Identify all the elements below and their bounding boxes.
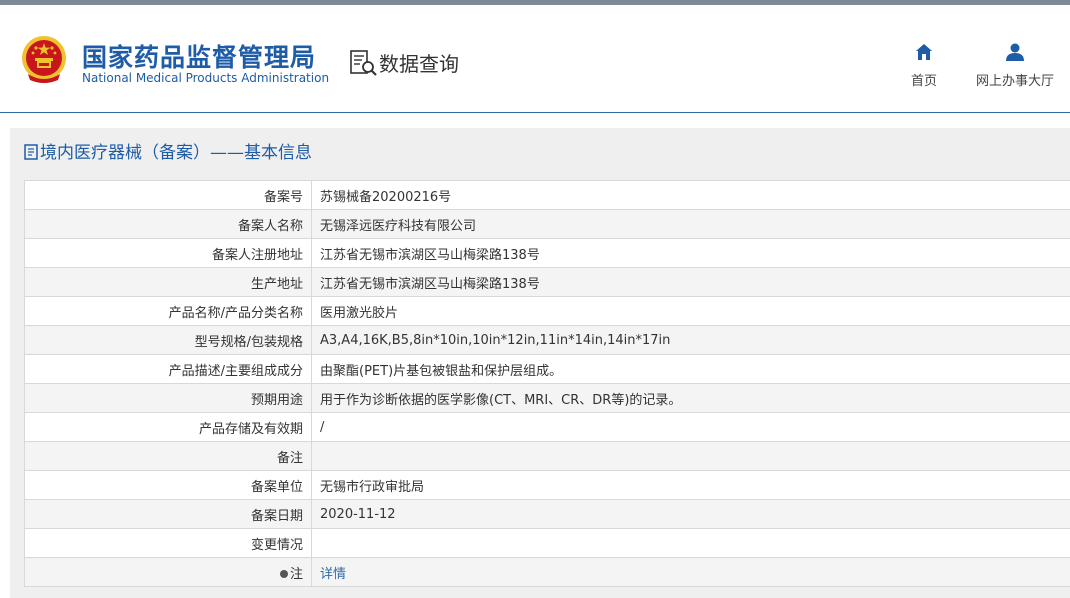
nav-home-label: 首页 bbox=[905, 70, 943, 89]
row-label: 型号规格/包装规格 bbox=[25, 326, 312, 355]
row-label: 备案人注册地址 bbox=[25, 239, 312, 268]
table-row: 备案人注册地址 江苏省无锡市滨湖区马山梅梁路138号 bbox=[25, 239, 1070, 268]
details-link[interactable]: 详情 bbox=[320, 567, 346, 582]
row-value: 医用激光胶片 bbox=[312, 297, 1070, 326]
row-value: 详情 bbox=[312, 558, 1070, 587]
row-label: 备案号 bbox=[25, 181, 312, 210]
nav-online-hall-label: 网上办事大厅 bbox=[974, 70, 1056, 89]
row-label: 产品名称/产品分类名称 bbox=[25, 297, 312, 326]
row-value: 无锡泽远医疗科技有限公司 bbox=[312, 210, 1070, 239]
row-value: 用于作为诊断依据的医学影像(CT、MRI、CR、DR等)的记录。 bbox=[312, 384, 1070, 413]
row-label: 预期用途 bbox=[25, 384, 312, 413]
row-value: / bbox=[312, 413, 1070, 442]
nav-online-hall[interactable]: 网上办事大厅 bbox=[974, 42, 1056, 89]
user-icon bbox=[1005, 42, 1025, 62]
row-value: 苏锡械备20200216号 bbox=[312, 181, 1070, 210]
table-row: 备案人名称 无锡泽远医疗科技有限公司 bbox=[25, 210, 1070, 239]
row-value: 无锡市行政审批局 bbox=[312, 471, 1070, 500]
nav-home[interactable]: 首页 bbox=[905, 42, 943, 89]
row-value: 由聚酯(PET)片基包被银盐和保护层组成。 bbox=[312, 355, 1070, 384]
table-row: 备注 bbox=[25, 442, 1070, 471]
org-name-en: National Medical Products Administration bbox=[82, 71, 329, 85]
table-row: 生产地址 江苏省无锡市滨湖区马山梅梁路138号 bbox=[25, 268, 1070, 297]
table-row: 产品描述/主要组成成分 由聚酯(PET)片基包被银盐和保护层组成。 bbox=[25, 355, 1070, 384]
panel-title-text: 境内医疗器械（备案）——基本信息 bbox=[40, 143, 312, 163]
row-label: 备注 bbox=[25, 442, 312, 471]
table-row: 型号规格/包装规格 A3,A4,16K,B5,8in*10in,10in*12i… bbox=[25, 326, 1070, 355]
row-value: 江苏省无锡市滨湖区马山梅梁路138号 bbox=[312, 268, 1070, 297]
section-title: 数据查询 bbox=[379, 48, 459, 77]
row-label: 备案日期 bbox=[25, 500, 312, 529]
org-name-cn: 国家药品监督管理局 bbox=[82, 38, 316, 74]
note-label-cell: 注 bbox=[25, 558, 312, 587]
note-dot-icon bbox=[280, 570, 288, 578]
table-row: 备案日期 2020-11-12 bbox=[25, 500, 1070, 529]
table-row: 产品名称/产品分类名称 医用激光胶片 bbox=[25, 297, 1070, 326]
table-row: 预期用途 用于作为诊断依据的医学影像(CT、MRI、CR、DR等)的记录。 bbox=[25, 384, 1070, 413]
row-value bbox=[312, 442, 1070, 471]
row-label: 产品描述/主要组成成分 bbox=[25, 355, 312, 384]
row-label: 备案人名称 bbox=[25, 210, 312, 239]
data-query-icon bbox=[349, 49, 379, 77]
panel-title: 境内医疗器械（备案）——基本信息 bbox=[24, 138, 312, 163]
row-label: 变更情况 bbox=[25, 529, 312, 558]
national-emblem-icon bbox=[20, 34, 68, 86]
row-label: 备案单位 bbox=[25, 471, 312, 500]
row-value: 江苏省无锡市滨湖区马山梅梁路138号 bbox=[312, 239, 1070, 268]
home-icon bbox=[914, 42, 934, 62]
row-label: 注 bbox=[290, 567, 303, 582]
table-row: 产品存储及有效期 / bbox=[25, 413, 1070, 442]
row-value bbox=[312, 529, 1070, 558]
row-label: 产品存储及有效期 bbox=[25, 413, 312, 442]
table-row: 变更情况 bbox=[25, 529, 1070, 558]
row-value: A3,A4,16K,B5,8in*10in,10in*12in,11in*14i… bbox=[312, 326, 1070, 355]
header-divider bbox=[0, 112, 1070, 113]
row-value: 2020-11-12 bbox=[312, 500, 1070, 529]
document-icon bbox=[24, 144, 38, 160]
table-row: 注 详情 bbox=[25, 558, 1070, 587]
table-row: 备案号 苏锡械备20200216号 bbox=[25, 181, 1070, 210]
row-label: 生产地址 bbox=[25, 268, 312, 297]
table-row: 备案单位 无锡市行政审批局 bbox=[25, 471, 1070, 500]
basic-info-table: 备案号 苏锡械备20200216号 备案人名称 无锡泽远医疗科技有限公司 备案人… bbox=[24, 180, 1070, 587]
